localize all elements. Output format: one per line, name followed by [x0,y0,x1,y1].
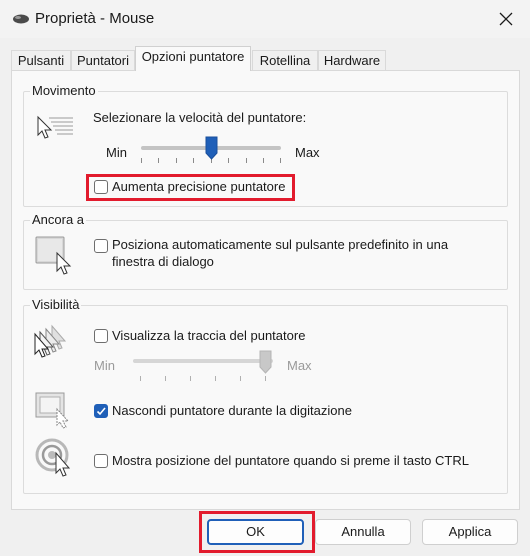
trail-slider-track[interactable] [133,359,273,363]
mouse-icon [13,14,29,24]
trail-slider-ticks [140,376,270,382]
snap-to-icon [35,236,72,275]
enhance-precision-checkbox[interactable] [94,180,108,194]
pointer-trail-label[interactable]: Visualizza la traccia del puntatore [112,328,305,343]
show-location-checkbox[interactable] [94,454,108,468]
tab-rotellina[interactable]: Rotellina [252,50,318,70]
apply-button[interactable]: Applica [422,519,518,545]
enhance-precision-label[interactable]: Aumenta precisione puntatore [112,179,285,194]
pointer-speed-icon [37,115,73,139]
trail-max-label: Max [287,358,312,373]
trail-slider-thumb[interactable] [259,350,272,374]
title-bar: Proprietà - Mouse [0,0,530,38]
window-title: Proprietà - Mouse [35,10,155,27]
snap-to-group-label: Ancora a [30,212,87,227]
movement-group-label: Movimento [30,83,98,98]
tab-hardware[interactable]: Hardware [318,50,386,70]
tab-puntatori[interactable]: Puntatori [71,50,135,70]
tab-pulsanti[interactable]: Pulsanti [11,50,71,70]
pointer-trail-icon [34,324,67,358]
close-icon[interactable] [496,9,516,29]
ok-button[interactable]: OK [207,519,304,545]
cancel-button[interactable]: Annulla [315,519,411,545]
snap-to-checkbox[interactable] [94,239,108,253]
snap-to-label-line1[interactable]: Posiziona automaticamente sul pulsante p… [112,237,448,252]
tab-opzioni-puntatore[interactable]: Opzioni puntatore [135,46,251,71]
hide-while-typing-icon [35,392,70,429]
pointer-trail-checkbox[interactable] [94,329,108,343]
checkmark-icon [96,407,106,416]
pointer-speed-label: Selezionare la velocità del puntatore: [93,110,307,125]
speed-min-label: Min [106,145,127,160]
snap-to-label-line2[interactable]: finestra di dialogo [112,254,214,269]
hide-while-typing-label[interactable]: Nascondi puntatore durante la digitazion… [112,403,352,418]
snap-to-group: Ancora a [23,212,508,290]
trail-min-label: Min [94,358,115,373]
show-location-label[interactable]: Mostra posizione del puntatore quando si… [112,453,469,468]
speed-max-label: Max [295,145,320,160]
show-location-icon [35,438,71,477]
speed-slider-thumb[interactable] [205,136,218,160]
visibility-group-label: Visibilità [30,297,82,312]
hide-while-typing-checkbox[interactable] [94,404,108,418]
